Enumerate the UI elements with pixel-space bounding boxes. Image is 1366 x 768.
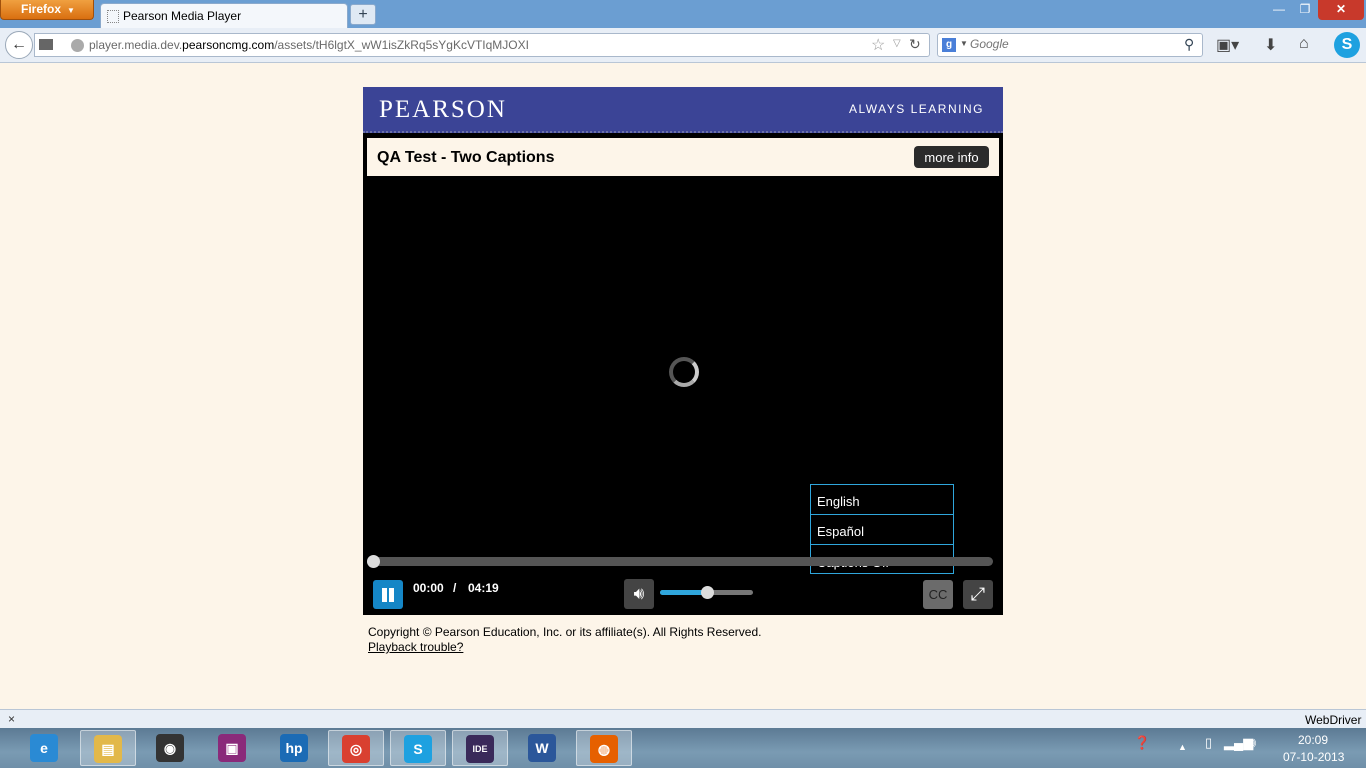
history-icon[interactable]	[39, 39, 53, 50]
caption-option-label: Español	[817, 524, 864, 539]
clock-time[interactable]: 20:09	[1298, 733, 1328, 747]
volume-level	[660, 590, 707, 595]
time-separator: /	[453, 581, 457, 595]
browser-statusbar: × WebDriver	[0, 709, 1366, 728]
arrow-left-icon: ←	[11, 36, 27, 53]
taskbar-app-media-player[interactable]: ◉	[142, 730, 198, 766]
status-text: WebDriver	[1305, 713, 1362, 727]
taskbar-app-hp-app[interactable]: hp	[266, 730, 322, 766]
bookmark-star-icon[interactable]: ☆	[871, 35, 885, 55]
java-ee-ide-icon: IDE	[466, 735, 494, 763]
word-icon: W	[528, 734, 556, 762]
close-icon[interactable]: ×	[8, 712, 15, 726]
volume-icon[interactable]: 🔊︎	[1248, 735, 1256, 751]
search-input[interactable]	[970, 37, 1170, 51]
back-button[interactable]: ←	[5, 31, 33, 59]
home-icon[interactable]: ⌂	[1299, 35, 1309, 53]
windows-taskbar: e ▤ ◉ ▣ hp ◎ S IDE W ◍	[0, 728, 1366, 768]
clock-date[interactable]: 07-10-2013	[1283, 750, 1344, 764]
chevron-down-icon[interactable]: ▼	[960, 39, 968, 48]
minimize-button[interactable]: —	[1266, 0, 1292, 20]
volume-handle[interactable]	[700, 586, 714, 599]
video-title: QA Test - Two Captions	[377, 149, 555, 166]
url-text[interactable]: player.media.dev.pearsoncmg.com/assets/t…	[89, 38, 529, 52]
file-explorer-icon: ▤	[94, 735, 122, 763]
tab-title: Pearson Media Player	[123, 9, 242, 23]
caption-option-english[interactable]: English	[811, 485, 953, 515]
url-path: /assets/tH6lgtX_wW1isZkRq5sYgKcVTIqMJOXI	[274, 38, 529, 52]
captions-button[interactable]: CC	[923, 580, 953, 609]
tab-pearson-media-player[interactable]: Pearson Media Player	[100, 3, 348, 28]
firefox-menu-button[interactable]: Firefox ▼	[0, 0, 94, 20]
search-bar: g ▼ ⚲	[937, 33, 1203, 57]
address-bar[interactable]: player.media.dev.pearsoncmg.com/assets/t…	[34, 33, 930, 57]
battery-icon[interactable]: ▯	[1205, 735, 1212, 751]
chevron-down-icon: ▼	[67, 6, 75, 15]
seek-handle[interactable]	[367, 555, 380, 568]
reload-icon[interactable]: ↻	[909, 36, 921, 53]
caption-option-label: English	[817, 494, 860, 509]
bookmarks-icon[interactable]: ▣▾	[1216, 35, 1239, 55]
search-icon[interactable]: ⚲	[1184, 36, 1194, 53]
taskbar-app-chrome[interactable]: ◎	[328, 730, 384, 766]
playback-trouble-link[interactable]: Playback trouble?	[368, 640, 463, 654]
globe-icon	[71, 39, 84, 52]
duration: 04:19	[468, 581, 499, 595]
browser-titlebar: Firefox ▼ Pearson Media Player + — ❐ ✕	[0, 0, 1366, 28]
current-time: 00:00	[413, 581, 444, 595]
url-prefix: player.media.dev.	[89, 38, 183, 52]
new-tab-button[interactable]: +	[350, 4, 376, 25]
volume-button[interactable]: 🔊︎	[624, 579, 654, 609]
firefox-icon: ◍	[590, 735, 618, 763]
maximize-button[interactable]: ❐	[1292, 0, 1318, 20]
taskbar-app-word[interactable]: W	[514, 730, 570, 766]
caption-option-espanol[interactable]: Español	[811, 515, 953, 545]
more-info-button[interactable]: more info	[914, 146, 989, 168]
media-player: PEARSON ALWAYS LEARNING QA Test - Two Ca…	[363, 87, 1003, 615]
pause-button[interactable]	[373, 580, 403, 609]
media-player-icon: ◉	[156, 734, 184, 762]
skype-icon: S	[404, 735, 432, 763]
brand-header: PEARSON ALWAYS LEARNING	[363, 87, 1003, 133]
video-title-bar: QA Test - Two Captions more info	[367, 138, 999, 176]
taskbar-app-java-ee-ide[interactable]: IDE	[452, 730, 508, 766]
pearson-logo: PEARSON	[379, 96, 507, 123]
taskbar-app-file-explorer[interactable]: ▤	[80, 730, 136, 766]
url-domain: pearsoncmg.com	[182, 38, 275, 52]
firefox-menu-label: Firefox	[21, 2, 62, 16]
fullscreen-icon: ⤢	[970, 584, 986, 604]
chevron-down-icon[interactable]: ▽	[893, 38, 901, 49]
volume-slider[interactable]	[660, 586, 753, 599]
chrome-icon: ◎	[342, 735, 370, 763]
loading-spinner-icon	[669, 357, 699, 387]
fullscreen-button[interactable]: ⤢	[963, 580, 993, 609]
action-center-icon[interactable]: ❓	[1134, 735, 1150, 751]
taskbar-app-skype[interactable]: S	[390, 730, 446, 766]
speaker-icon: 🔊︎	[633, 584, 645, 603]
projector-app-icon: ▣	[218, 734, 246, 762]
hp-app-icon: hp	[280, 734, 308, 762]
google-icon[interactable]: g	[942, 38, 956, 52]
seek-bar[interactable]	[367, 555, 993, 568]
internet-explorer-icon: e	[30, 734, 58, 762]
taskbar-app-internet-explorer[interactable]: e	[16, 730, 72, 766]
show-hidden-icons-icon[interactable]: ▲	[1178, 742, 1187, 752]
taskbar-app-projector-app[interactable]: ▣	[204, 730, 260, 766]
copyright-text: Copyright © Pearson Education, Inc. or i…	[368, 625, 762, 639]
brand-tagline: ALWAYS LEARNING	[849, 102, 984, 116]
skype-icon[interactable]: S	[1334, 32, 1360, 58]
taskbar-app-firefox[interactable]: ◍	[576, 730, 632, 766]
page-icon	[107, 10, 119, 23]
close-window-button[interactable]: ✕	[1318, 0, 1364, 20]
navigation-toolbar: ← player.media.dev.pearsoncmg.com/assets…	[0, 28, 1366, 63]
download-icon[interactable]: ⬇	[1264, 35, 1277, 55]
